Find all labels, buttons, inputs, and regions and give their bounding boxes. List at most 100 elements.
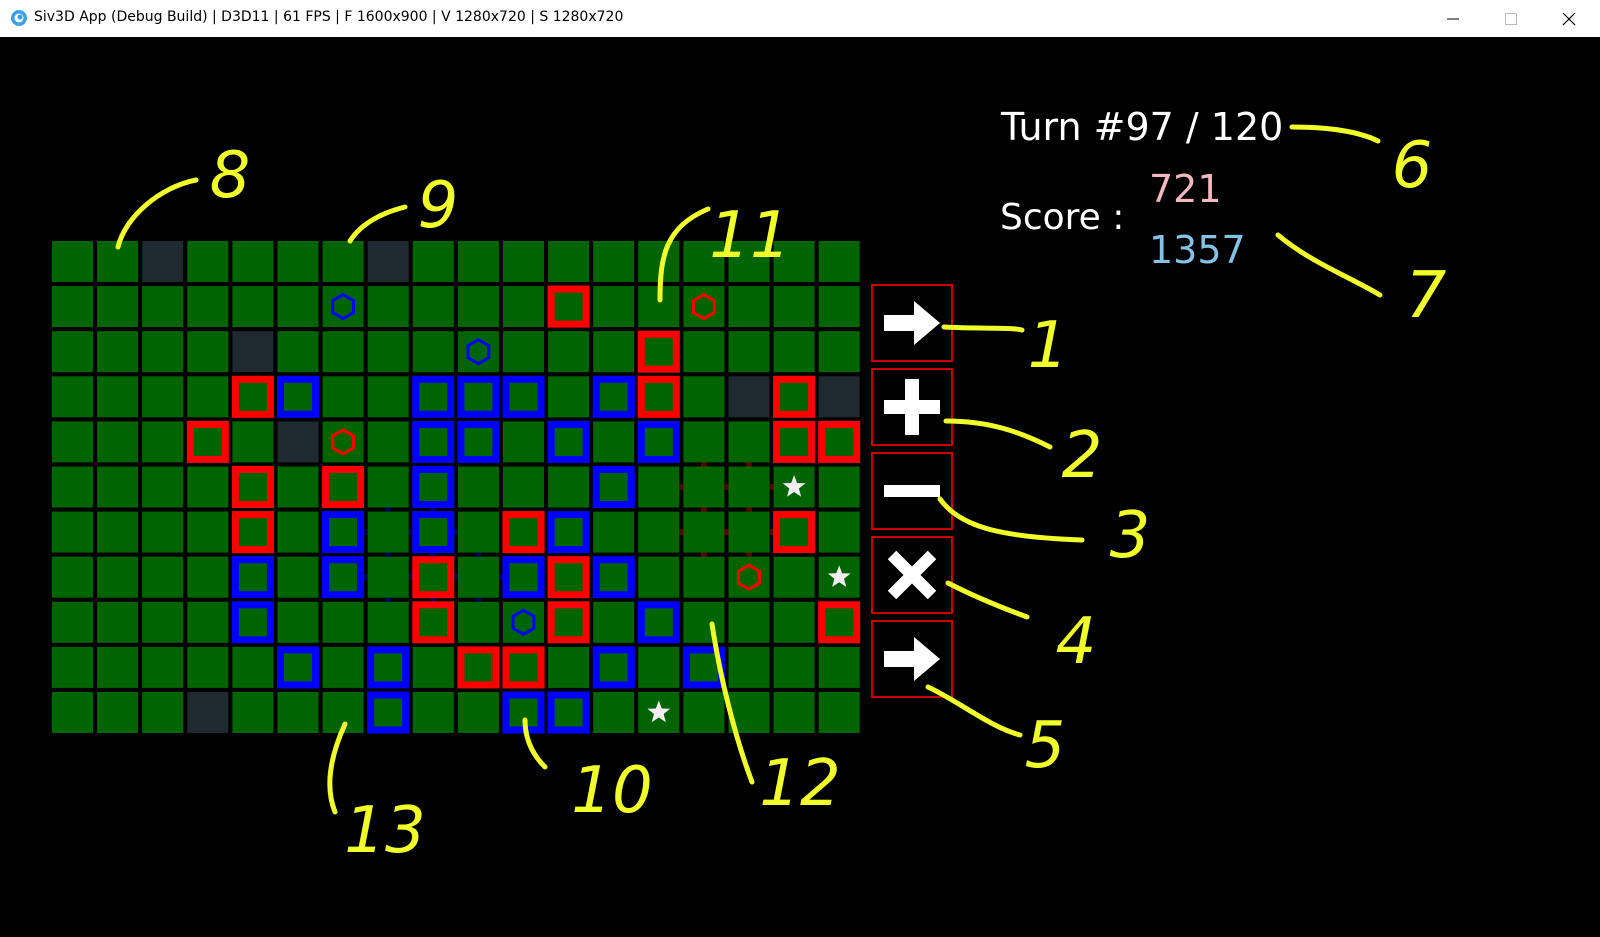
board-cell-blue-wall[interactable] xyxy=(592,646,635,689)
board-cell-red-wall[interactable] xyxy=(322,466,365,508)
board-cell-field[interactable] xyxy=(593,511,635,553)
board-cell-field[interactable] xyxy=(97,286,139,328)
board-cell-red-wall[interactable] xyxy=(547,556,590,599)
board-cell-field[interactable] xyxy=(97,556,139,598)
board-cell-field[interactable] xyxy=(412,286,454,328)
board-cell-field[interactable] xyxy=(457,511,499,553)
board-cell-field[interactable] xyxy=(187,331,229,373)
action-button-stay[interactable] xyxy=(871,536,953,614)
board-cell-field[interactable] xyxy=(683,601,725,643)
board-cell-field[interactable] xyxy=(548,331,590,373)
board-cell-field[interactable] xyxy=(412,241,454,282)
board-cell-field[interactable] xyxy=(187,241,229,282)
board-cell-blue-wall[interactable] xyxy=(592,375,635,418)
board-cell-rock[interactable] xyxy=(187,692,229,733)
action-button-build[interactable] xyxy=(871,368,953,446)
board-cell-field[interactable] xyxy=(457,466,499,508)
board-cell-blue-wall[interactable] xyxy=(547,511,590,554)
board-cell-field[interactable] xyxy=(232,692,274,733)
board-cell-field[interactable] xyxy=(548,466,590,508)
board-cell-field[interactable] xyxy=(277,241,319,282)
board-cell-blue-wall[interactable] xyxy=(457,420,500,463)
board-cell-field[interactable] xyxy=(187,511,229,553)
board-cell-field[interactable] xyxy=(232,286,274,328)
board-cell-field[interactable] xyxy=(52,421,93,463)
board-cell-blue-wall[interactable] xyxy=(592,466,635,508)
board-cell-field[interactable] xyxy=(773,556,815,598)
board-cell-field[interactable] xyxy=(457,692,499,733)
board-cell-field[interactable] xyxy=(638,466,680,508)
board-cell-red-wall[interactable] xyxy=(773,420,816,463)
board-cell-field[interactable] xyxy=(367,556,409,598)
board-cell-red-wall[interactable] xyxy=(773,375,816,418)
board-cell-field[interactable] xyxy=(232,646,274,688)
board-cell-field[interactable] xyxy=(322,331,364,373)
board-cell-blue-wall[interactable] xyxy=(502,375,545,418)
board-cell-field[interactable] xyxy=(818,331,860,373)
board-cell-field[interactable] xyxy=(638,511,680,553)
board-cell-field[interactable] xyxy=(683,376,725,418)
board-cell-field[interactable] xyxy=(773,646,815,688)
board-cell-field[interactable] xyxy=(52,556,93,598)
board-cell-field[interactable] xyxy=(52,466,93,508)
board-cell-red-wall[interactable] xyxy=(637,375,680,418)
board-cell-field[interactable] xyxy=(277,331,319,373)
board-cell-field[interactable] xyxy=(232,421,274,463)
action-button-next[interactable] xyxy=(871,620,953,698)
board-cell-red-wall[interactable] xyxy=(412,601,455,644)
board-cell-field[interactable] xyxy=(97,646,139,688)
board-cell-field[interactable] xyxy=(277,556,319,598)
board-cell-blue-agent[interactable] xyxy=(503,601,544,643)
board-cell-field[interactable] xyxy=(187,601,229,643)
board-cell-field[interactable] xyxy=(142,511,184,553)
board-cell-field[interactable] xyxy=(277,511,319,553)
board-cell-field[interactable] xyxy=(818,241,860,282)
board-cell-field[interactable] xyxy=(412,331,454,373)
board-cell-red-wall[interactable] xyxy=(637,330,680,373)
board-cell-field[interactable] xyxy=(728,511,770,553)
board-cell-field[interactable] xyxy=(683,556,725,598)
board-cell-field[interactable] xyxy=(773,331,815,373)
board-cell-red-agent[interactable] xyxy=(728,556,770,598)
board-cell-field[interactable] xyxy=(187,286,229,328)
board-cell-field[interactable] xyxy=(818,646,860,688)
board-cell-field[interactable] xyxy=(97,692,139,733)
board-cell-field[interactable] xyxy=(277,286,319,328)
board-cell-field[interactable] xyxy=(818,466,860,508)
board-cell-field[interactable] xyxy=(142,421,184,463)
board-cell-rock[interactable] xyxy=(232,331,274,373)
board-cell-field[interactable] xyxy=(277,466,319,508)
board-cell-field[interactable] xyxy=(367,601,409,643)
board-cell-blue-wall[interactable] xyxy=(367,646,410,689)
board-cell-field[interactable] xyxy=(683,692,725,733)
board-cell-field[interactable] xyxy=(503,466,544,508)
board-cell-blue-wall[interactable] xyxy=(412,420,455,463)
board-cell-field[interactable] xyxy=(142,692,184,733)
board-cell-red-wall[interactable] xyxy=(231,375,274,418)
board-cell-field[interactable] xyxy=(773,692,815,733)
board-cell-red-agent[interactable] xyxy=(322,421,364,463)
board-cell-field[interactable] xyxy=(728,286,770,328)
board-cell-field[interactable] xyxy=(548,646,590,688)
board-cell-field[interactable] xyxy=(503,241,544,282)
board-cell-blue-wall[interactable] xyxy=(277,646,319,689)
board-cell-field[interactable] xyxy=(97,376,139,418)
board-cell-field[interactable] xyxy=(52,692,93,733)
board-cell-field[interactable] xyxy=(187,646,229,688)
board-cell-field[interactable] xyxy=(457,601,499,643)
board-cell-blue-wall[interactable] xyxy=(502,556,545,599)
board-cell-field[interactable] xyxy=(818,511,860,553)
board-cell-red-wall[interactable] xyxy=(502,511,545,554)
board-cell-field[interactable] xyxy=(457,241,499,282)
board-cell-blue-wall[interactable] xyxy=(231,601,274,644)
board-cell-red-wall[interactable] xyxy=(818,601,861,644)
board-cell-blue-wall[interactable] xyxy=(367,691,410,734)
board-cell-field[interactable] xyxy=(638,646,680,688)
board-cell-field[interactable] xyxy=(683,466,725,508)
board-cell-field[interactable] xyxy=(503,331,544,373)
board-cell-field[interactable] xyxy=(142,331,184,373)
board-cell-field[interactable] xyxy=(97,601,139,643)
board-cell-field[interactable] xyxy=(638,556,680,598)
board-cell-field[interactable] xyxy=(52,601,93,643)
board-cell-blue-agent[interactable] xyxy=(457,331,499,373)
